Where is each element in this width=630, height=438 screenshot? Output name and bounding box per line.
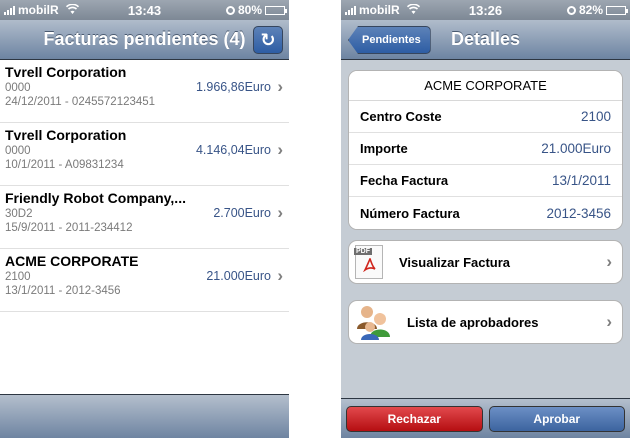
wifi-icon — [406, 3, 420, 17]
detail-field-row: Importe 21.000Euro — [349, 133, 622, 165]
wifi-icon — [65, 3, 79, 17]
signal-icon — [345, 5, 356, 15]
invoice-amount: 21.000Euro — [206, 269, 271, 283]
bottom-toolbar — [0, 394, 289, 438]
invoice-company: Tvrell Corporation — [5, 64, 127, 80]
battery-percent: 80% — [237, 3, 262, 17]
acrobat-symbol — [362, 257, 377, 275]
invoice-date-number: 24/12/2011 - 0245572123451 — [5, 96, 156, 108]
field-label: Centro Coste — [360, 109, 442, 124]
people-icon — [355, 303, 391, 341]
invoice-amount: 4.146,04Euro — [195, 143, 271, 157]
battery-icon — [606, 5, 628, 15]
field-value: 2100 — [580, 109, 611, 124]
carrier: mobilR — [4, 3, 79, 17]
detail-field-row: Fecha Factura 13/1/2011 — [349, 165, 622, 197]
rotation-lock-icon — [566, 5, 576, 15]
invoice-details-card: ACME CORPORATE Centro Coste 2100 Importe 21… — [348, 70, 623, 230]
invoice-detail-screen: mobilR 13:26 82% Pendientes Detalles ACM… — [341, 0, 630, 438]
carrier-label: mobilR — [18, 3, 59, 17]
status-bar: mobilR 13:26 82% — [341, 0, 630, 20]
field-label: Importe — [360, 141, 408, 156]
invoice-list-screen: mobilR 13:43 80% Facturas pendientes (4)… — [0, 0, 289, 438]
field-value: 2012-3456 — [546, 205, 611, 221]
invoice-date-number: 15/9/2011 - 2011-234412 — [5, 222, 133, 234]
invoice-list: Tvrell Corporation 0000 24/12/2011 - 02455… — [0, 60, 289, 312]
status-right: 80% — [225, 3, 287, 17]
invoice-company: ACME CORPORATE — [5, 253, 139, 269]
carrier-label: mobilR — [359, 3, 400, 17]
carrier: mobilR — [345, 3, 420, 17]
navigation-bar: Pendientes Detalles — [341, 20, 630, 60]
rotation-lock-icon — [225, 5, 235, 15]
refresh-icon: ↻ — [260, 29, 276, 50]
invoice-company: Friendly Robot Company,... — [5, 190, 186, 206]
detail-field-row: Número Factura 2012-3456 — [349, 197, 622, 229]
status-bar: mobilR 13:43 80% — [0, 0, 289, 20]
status-right: 82% — [566, 3, 628, 17]
view-invoice-label: Visualizar Factura — [399, 254, 511, 270]
action-toolbar: Rechazar Aprobar — [341, 398, 630, 438]
approve-button[interactable]: Aprobar — [488, 405, 625, 432]
field-value: 13/1/2011 — [551, 173, 611, 188]
field-label: Número Factura — [360, 205, 460, 221]
chevron-right-icon: › — [277, 203, 283, 222]
battery-percent: 82% — [578, 3, 603, 17]
invoice-row[interactable]: Tvrell Corporation 0000 10/1/2011 - A09831… — [0, 123, 289, 186]
back-button[interactable]: Pendientes — [348, 26, 431, 54]
invoice-company: Tvrell Corporation — [5, 127, 127, 143]
invoice-date-number: 10/1/2011 - A09831234 — [5, 159, 124, 171]
refresh-button[interactable]: ↻ — [253, 26, 283, 54]
page-title: Facturas pendientes (4) — [43, 29, 246, 49]
chevron-right-icon: › — [277, 140, 283, 159]
chevron-right-icon: › — [277, 266, 283, 285]
approvers-label: Lista de aprobadores — [407, 314, 539, 330]
reject-button[interactable]: Rechazar — [346, 405, 483, 432]
chevron-right-icon: › — [277, 77, 283, 96]
invoice-row[interactable]: Friendly Robot Company,... 30D2 15/9/2011 … — [0, 186, 289, 249]
signal-icon — [4, 5, 15, 15]
field-label: Fecha Factura — [360, 173, 449, 188]
battery-icon — [265, 5, 287, 15]
page-title: Detalles — [450, 29, 521, 49]
invoice-date-number: 13/1/2011 - 2012-3456 — [5, 285, 121, 297]
company-name: ACME CORPORATE — [349, 71, 622, 101]
detail-fields: Centro Coste 2100 Importe 21.000Euro Fecha F… — [349, 101, 622, 229]
invoice-amount: 1.966,86Euro — [195, 80, 271, 94]
field-value: 21.000Euro — [541, 141, 611, 156]
pdf-file-icon: PDF — [354, 245, 383, 279]
pdf-tag: PDF — [354, 248, 372, 255]
chevron-right-icon: › — [606, 252, 612, 271]
invoice-row[interactable]: Tvrell Corporation 0000 24/12/2011 - 02455… — [0, 60, 289, 123]
view-invoice-button[interactable]: PDF Visualizar Factura › — [348, 240, 623, 284]
navigation-bar: Facturas pendientes (4) ↻ — [0, 20, 289, 60]
detail-field-row: Centro Coste 2100 — [349, 101, 622, 133]
approvers-list-button[interactable]: Lista de aprobadores › — [348, 300, 623, 344]
invoice-amount: 2.700Euro — [213, 206, 271, 220]
chevron-right-icon: › — [606, 312, 612, 331]
invoice-row[interactable]: ACME CORPORATE 2100 13/1/2011 - 2012-3456 2… — [0, 249, 289, 312]
